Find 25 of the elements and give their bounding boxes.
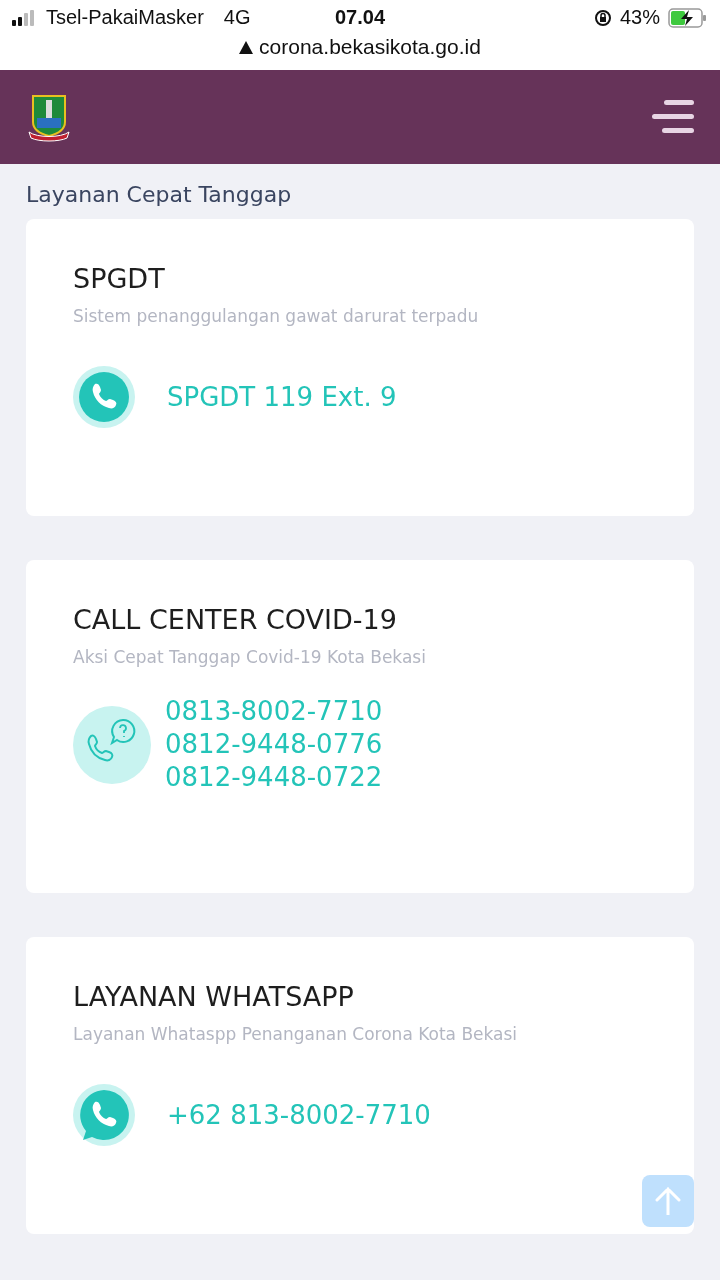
phone-link[interactable]: SPGDT 119 Ext. 9 [167, 380, 397, 414]
clock-time: 07.04 [334, 6, 386, 29]
phone-question-icon [73, 705, 151, 784]
arrow-up-icon [655, 1187, 681, 1215]
whatsapp-icon [73, 1084, 135, 1146]
card-title: SPGDT [73, 263, 166, 294]
card-title: LAYANAN WHATSAPP [73, 981, 355, 1012]
card-subtitle: Layanan Whataspp Penanganan Corona Kota Bekasi [73, 1024, 519, 1044]
card-title: CALL CENTER COVID-19 [73, 604, 398, 635]
phone-link[interactable]: +62 813-8002-7710 [167, 1098, 431, 1132]
carrier-name: Tsel-PakaiMasker [46, 6, 204, 29]
phone-link[interactable]: 0813-8002-7710 [165, 695, 383, 728]
network-type: 4G [223, 6, 251, 29]
emblem-logo[interactable] [27, 92, 71, 142]
warning-icon [239, 40, 254, 54]
phone-icon [73, 366, 135, 428]
battery-percent: 43% [619, 6, 660, 29]
rotation-lock-icon [593, 8, 612, 27]
card-subtitle: Sistem penanggulangan gawat darurat terpadu [73, 306, 480, 326]
phone-link[interactable]: 0812-9448-0776 [165, 728, 383, 761]
menu-icon[interactable] [652, 100, 694, 134]
card-subtitle: Aksi Cepat Tanggap Covid-19 Kota Bekasi [73, 647, 427, 667]
battery-icon [668, 7, 708, 28]
section-title: Layanan Cepat Tanggap [26, 182, 293, 207]
phone-link[interactable]: 0812-9448-0722 [165, 761, 383, 794]
